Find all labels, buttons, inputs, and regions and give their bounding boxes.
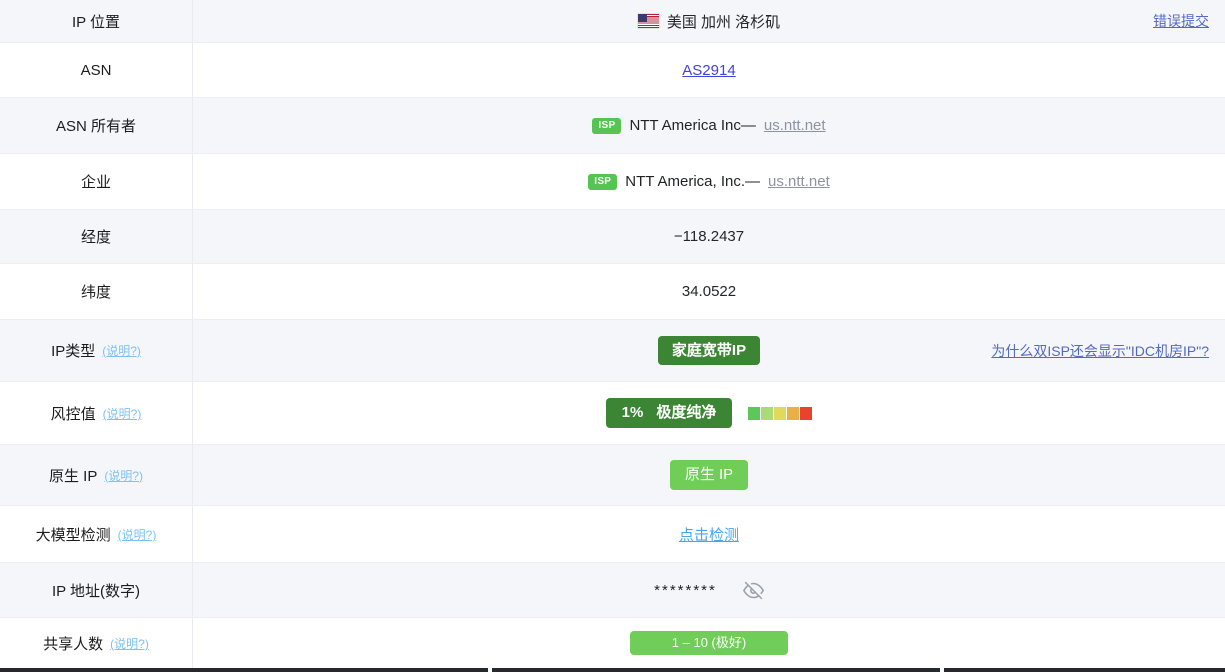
- error-submit-link[interactable]: 错误提交: [1153, 11, 1209, 31]
- native-ip-label-cell: 原生 IP (说明?): [0, 445, 193, 505]
- risk-hint-link[interactable]: (说明?): [103, 405, 142, 422]
- enterprise-name: NTT America, Inc.—: [625, 173, 761, 190]
- llm-detect-action-link[interactable]: 点击检测: [679, 524, 739, 545]
- asn-owner-name: NTT America Inc—: [629, 117, 756, 134]
- native-ip-value-cell: 原生 IP: [193, 445, 1225, 505]
- risk-badge: 1% 极度纯净: [605, 398, 733, 428]
- enterprise-label: 企业: [0, 154, 193, 209]
- risk-color-scale: [748, 406, 813, 420]
- asn-owner-domain-link[interactable]: us.ntt.net: [764, 117, 826, 134]
- longitude-value-cell: −118.2437: [193, 210, 1225, 263]
- risk-label-cell: 风控值 (说明?): [0, 382, 193, 444]
- longitude-value: −118.2437: [673, 228, 745, 245]
- ip-number-value-cell: ********: [193, 563, 1225, 617]
- llm-detect-label: 大模型检测: [35, 526, 111, 544]
- shared-label-cell: 共享人数 (说明?): [0, 618, 193, 668]
- risk-label: 风控值: [50, 405, 96, 423]
- latitude-label: 纬度: [0, 264, 193, 319]
- ip-type-badge: 家庭宽带IP: [657, 335, 761, 366]
- row-native-ip: 原生 IP (说明?) 原生 IP: [0, 445, 1225, 506]
- shared-count-badge: 1 – 10 (极好): [629, 631, 789, 655]
- shared-value-cell: 1 – 10 (极好): [193, 618, 1225, 668]
- ip-type-hint-link[interactable]: (说明?): [102, 342, 141, 359]
- row-latitude: 纬度 34.0522: [0, 264, 1225, 320]
- ip-location-value: 美国 加州 洛杉矶: [666, 13, 781, 31]
- ip-number-masked-value: ********: [654, 581, 717, 599]
- row-enterprise: 企业 ISP NTT America, Inc.— us.ntt.net: [0, 154, 1225, 210]
- row-shared-count: 共享人数 (说明?) 1 – 10 (极好): [0, 618, 1225, 668]
- asn-link[interactable]: AS2914: [682, 62, 735, 79]
- risk-scale-segment: [748, 406, 761, 420]
- enterprise-value-cell: ISP NTT America, Inc.— us.ntt.net: [193, 154, 1225, 209]
- row-llm-detect: 大模型检测 (说明?) 点击检测: [0, 506, 1225, 563]
- us-flag-icon: [637, 14, 659, 28]
- llm-detect-label-cell: 大模型检测 (说明?): [0, 506, 193, 562]
- risk-level: 极度纯净: [656, 404, 717, 422]
- isp-badge: ISP: [588, 173, 618, 190]
- native-ip-hint-link[interactable]: (说明?): [104, 467, 143, 484]
- row-asn: ASN AS2914: [0, 43, 1225, 98]
- asn-owner-label: ASN 所有者: [0, 98, 193, 153]
- ip-info-table: IP 位置 美国 加州 洛杉矶 错误提交 ASN AS2914 ASN 所有者 …: [0, 0, 1225, 672]
- risk-percent: 1%: [621, 404, 644, 422]
- asn-label: ASN: [0, 43, 193, 97]
- row-asn-owner: ASN 所有者 ISP NTT America Inc— us.ntt.net: [0, 98, 1225, 154]
- shared-label: 共享人数: [43, 635, 104, 653]
- risk-scale-segment: [787, 406, 800, 420]
- risk-scale-segment: [761, 406, 774, 420]
- ip-location-label: IP 位置: [0, 0, 193, 42]
- risk-scale-segment: [774, 406, 787, 420]
- row-ip-location: IP 位置 美国 加州 洛杉矶 错误提交: [0, 0, 1225, 43]
- risk-value-cell: 1% 极度纯净: [193, 382, 1225, 444]
- bottom-divider-bar: [0, 668, 1225, 672]
- llm-detect-value-cell: 点击检测: [193, 506, 1225, 562]
- risk-scale-segment: [800, 406, 813, 420]
- longitude-label: 经度: [0, 210, 193, 263]
- latitude-value: 34.0522: [681, 283, 737, 300]
- shared-hint-link[interactable]: (说明?): [110, 635, 149, 652]
- ip-type-label: IP类型: [51, 343, 96, 360]
- enterprise-domain-link[interactable]: us.ntt.net: [768, 173, 830, 190]
- ip-location-value-cell: 美国 加州 洛杉矶 错误提交: [193, 0, 1225, 42]
- eye-off-icon[interactable]: [742, 580, 764, 601]
- ip-type-label-cell: IP类型 (说明?): [0, 320, 193, 381]
- row-ip-type: IP类型 (说明?) 家庭宽带IP 为什么双ISP还会显示"IDC机房IP"?: [0, 320, 1225, 382]
- llm-detect-hint-link[interactable]: (说明?): [118, 526, 157, 543]
- dual-isp-question-link[interactable]: 为什么双ISP还会显示"IDC机房IP"?: [991, 341, 1209, 361]
- asn-value-cell: AS2914: [193, 43, 1225, 97]
- native-ip-label: 原生 IP: [48, 467, 98, 485]
- row-risk-score: 风控值 (说明?) 1% 极度纯净: [0, 382, 1225, 445]
- asn-owner-value-cell: ISP NTT America Inc— us.ntt.net: [193, 98, 1225, 153]
- latitude-value-cell: 34.0522: [193, 264, 1225, 319]
- native-ip-badge: 原生 IP: [669, 459, 749, 491]
- isp-badge: ISP: [592, 117, 622, 134]
- ip-number-label: IP 地址(数字): [0, 563, 193, 617]
- row-ip-number: IP 地址(数字) ********: [0, 563, 1225, 618]
- row-longitude: 经度 −118.2437: [0, 210, 1225, 264]
- ip-type-value-cell: 家庭宽带IP 为什么双ISP还会显示"IDC机房IP"?: [193, 320, 1225, 381]
